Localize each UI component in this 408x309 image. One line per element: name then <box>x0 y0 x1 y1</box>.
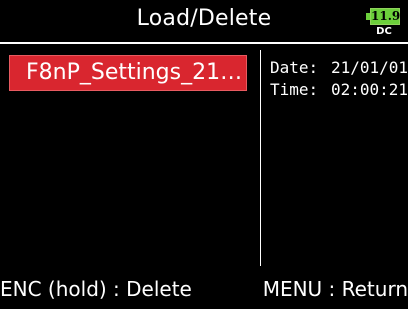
battery-icon: 11.9 <box>370 8 401 25</box>
date-label: Date: <box>270 58 319 77</box>
battery-indicator: 11.9 DC <box>366 6 402 40</box>
device-screen: Load/Delete 11.9 DC F8nP_Settings_21… Da… <box>0 0 408 309</box>
delete-hint: ENC (hold) : Delete <box>0 277 192 301</box>
time-label: Time: <box>270 80 319 99</box>
header-divider <box>0 42 408 44</box>
file-time-row: Time: 02:00:21 <box>270 80 408 99</box>
return-hint: MENU : Return <box>262 277 408 301</box>
power-source-label: DC <box>376 26 392 37</box>
time-value: 02:00:21 <box>330 80 408 99</box>
page-title: Load/Delete <box>136 6 272 31</box>
settings-file-item[interactable]: F8nP_Settings_21… <box>9 55 247 91</box>
date-value: 21/01/01 <box>330 58 408 77</box>
file-date-row: Date: 21/01/01 <box>270 58 408 77</box>
panel-divider <box>260 50 261 266</box>
